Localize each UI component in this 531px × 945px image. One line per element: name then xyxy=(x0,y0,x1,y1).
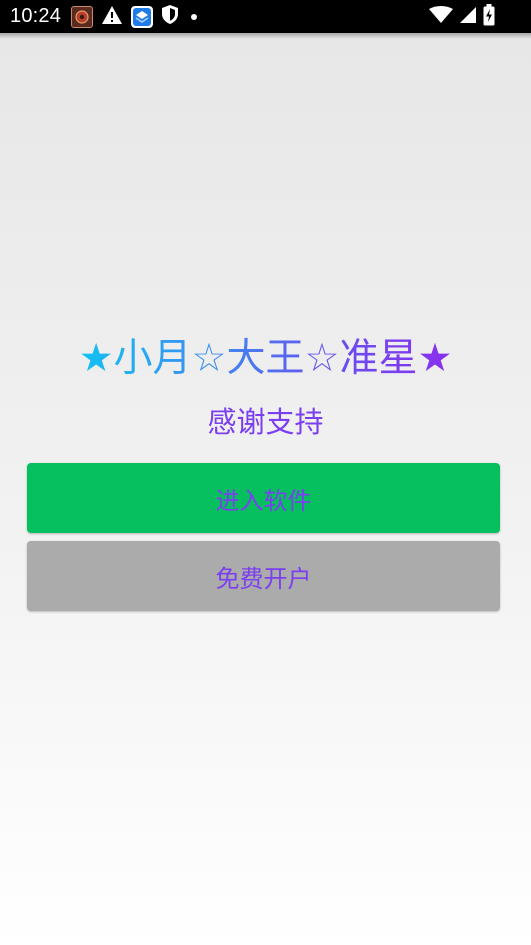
notification-dot-icon xyxy=(191,13,198,20)
status-bar-right xyxy=(429,0,495,33)
status-bar-shadow xyxy=(0,33,531,39)
wifi-icon xyxy=(429,5,453,28)
app-notification-icon xyxy=(71,5,94,28)
page-title: ★小月☆大王☆准星★ xyxy=(0,333,531,385)
status-bar-left: 10:24 xyxy=(10,0,198,33)
status-time: 10:24 xyxy=(10,5,62,27)
free-account-button-label: 免费开户 xyxy=(215,564,312,593)
enter-software-button[interactable]: 进入软件 xyxy=(27,463,500,533)
page-subtitle: 感谢支持 xyxy=(207,405,324,439)
free-account-button[interactable]: 免费开户 xyxy=(27,541,500,611)
battery-charging-icon xyxy=(483,3,495,30)
shield-icon xyxy=(161,4,179,29)
warning-icon xyxy=(101,5,123,29)
layers-app-icon xyxy=(131,5,154,28)
page-title-text: ★小月☆大王☆准星★ xyxy=(78,336,453,381)
cellular-signal-icon xyxy=(459,6,477,28)
enter-software-button-label: 进入软件 xyxy=(215,486,312,515)
status-bar: 10:24 xyxy=(0,0,531,33)
